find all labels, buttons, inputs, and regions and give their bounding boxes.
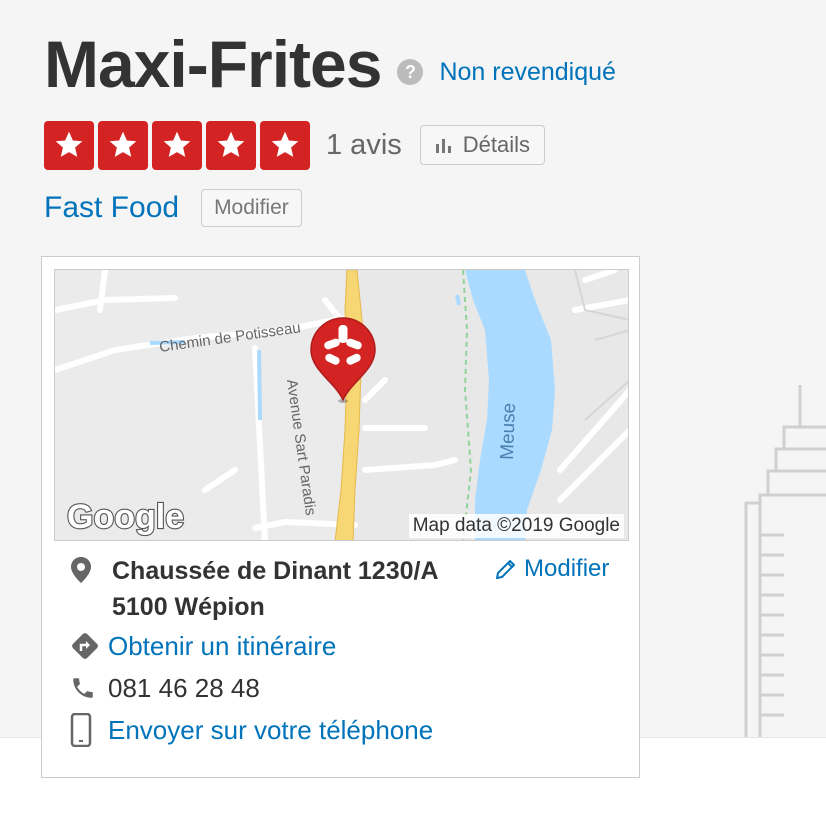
star-icon: [206, 120, 256, 170]
details-button[interactable]: Détails: [419, 125, 546, 165]
review-count[interactable]: 1 avis: [326, 129, 402, 162]
address-line-2: 5100 Wépion: [112, 593, 265, 621]
star-icon: [44, 120, 94, 170]
modify-address-link[interactable]: Modifier: [494, 555, 609, 583]
phone-number[interactable]: 081 46 28 48: [108, 671, 260, 705]
category-row: Fast Food Modifier: [44, 187, 302, 229]
address-row: Chaussée de Dinant 1230/A 5100 Wépion: [70, 553, 439, 625]
bar-chart-icon: [435, 139, 451, 153]
question-icon[interactable]: ?: [397, 59, 424, 85]
phone-icon: [70, 671, 106, 705]
business-header: Maxi-Frites ? Non revendiqué: [44, 24, 616, 104]
business-name: Maxi-Frites: [44, 27, 382, 101]
map-canvas: Chemin de Potisseau Avenue Sart Paradis …: [55, 270, 628, 540]
unclaimed-link[interactable]: Non revendiqué: [439, 58, 616, 87]
map-pin-icon: [70, 553, 106, 587]
rating-row: 1 avis Détails: [44, 120, 546, 170]
river-label-meuse: Meuse: [497, 402, 520, 460]
send-to-phone-link[interactable]: Envoyer sur votre téléphone: [108, 713, 433, 747]
star-icon: [98, 120, 148, 170]
map[interactable]: Chemin de Potisseau Avenue Sart Paradis …: [54, 269, 629, 541]
address-line-1: Chaussée de Dinant 1230/A: [112, 557, 439, 585]
directions-link[interactable]: Obtenir un itinéraire: [108, 629, 336, 663]
map-attribution[interactable]: Map data ©2019 Google: [408, 514, 624, 538]
category-link[interactable]: Fast Food: [44, 191, 179, 225]
city-skyline-illustration: [744, 385, 826, 737]
address: Chaussée de Dinant 1230/A 5100 Wépion: [112, 553, 439, 625]
details-label: Détails: [462, 132, 531, 157]
phone-row: 081 46 28 48: [70, 671, 260, 705]
send-to-phone-row[interactable]: Envoyer sur votre téléphone: [70, 713, 433, 747]
modify-address-label: Modifier: [524, 555, 610, 582]
location-card: Chemin de Potisseau Avenue Sart Paradis …: [41, 256, 640, 778]
directions-row[interactable]: Obtenir un itinéraire: [70, 629, 336, 663]
directions-icon: [70, 629, 106, 663]
modify-category-button[interactable]: Modifier: [201, 189, 302, 227]
pencil-icon: [496, 560, 515, 579]
mobile-phone-icon: [70, 713, 106, 747]
star-icon: [260, 120, 310, 170]
star-icon: [152, 120, 202, 170]
star-rating: [44, 120, 314, 170]
google-logo: Google: [67, 498, 184, 536]
